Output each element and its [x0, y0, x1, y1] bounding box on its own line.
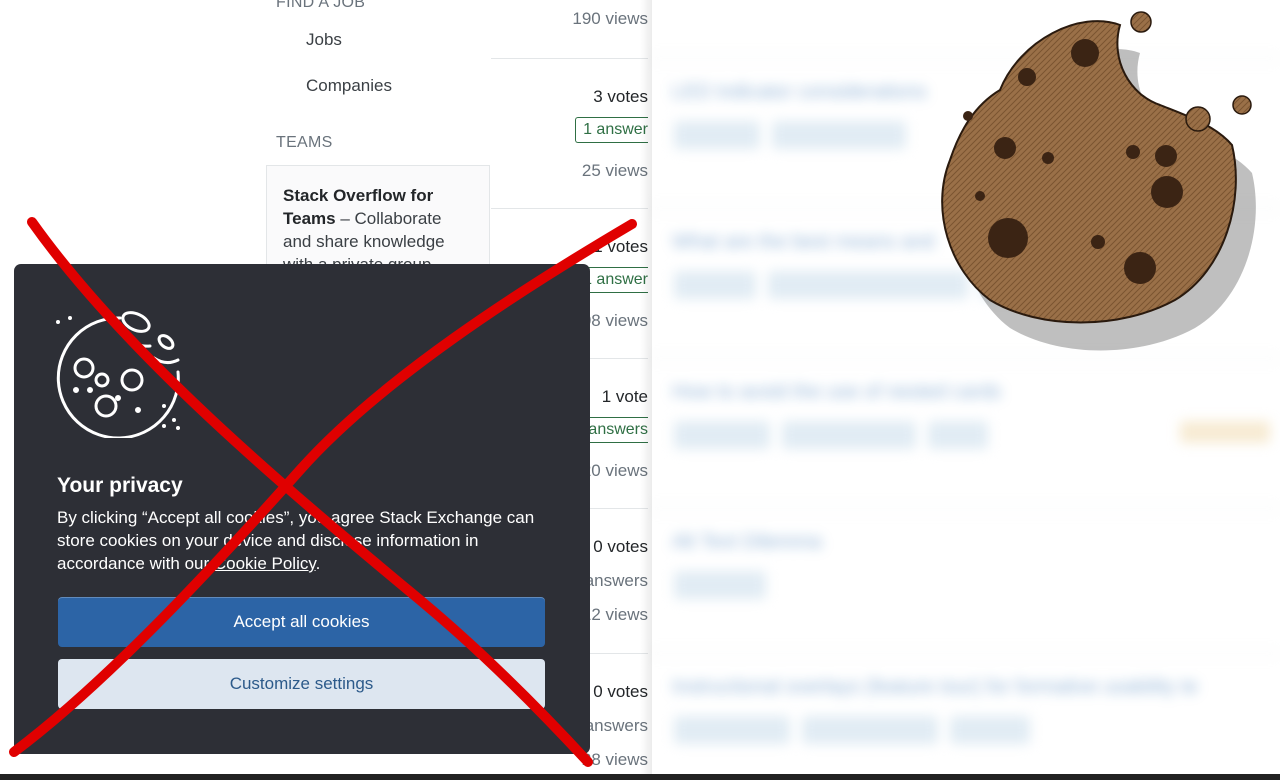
question-stats: 3 votes 1 answer 25 views	[491, 58, 648, 209]
question-tag[interactable]	[674, 716, 790, 744]
question-title[interactable]: Alt Text Dilemma	[672, 531, 822, 554]
question-summary: What are the best means and	[648, 208, 1280, 359]
question-summary: LED indicator considerations	[648, 58, 1280, 209]
question-tag[interactable]	[674, 121, 760, 149]
sidebar-item-jobs[interactable]: Jobs	[306, 30, 342, 50]
question-tag[interactable]	[772, 121, 906, 149]
views-count: 25 views	[581, 161, 648, 180]
question-title[interactable]: What are the best means and	[672, 231, 934, 254]
question-user[interactable]	[1180, 421, 1270, 443]
question-tag[interactable]	[928, 421, 988, 449]
accept-all-cookies-button[interactable]: Accept all cookies	[58, 597, 545, 647]
customize-settings-button[interactable]: Customize settings	[58, 659, 545, 709]
question-tag[interactable]	[674, 421, 770, 449]
views-count: 28 views	[581, 750, 648, 769]
blurred-question-list: LED indicator considerations What are th…	[648, 0, 1280, 780]
cookie-policy-link[interactable]: Cookie Policy	[214, 554, 316, 573]
question-tag[interactable]	[674, 271, 756, 299]
cookie-outline-icon	[56, 311, 180, 438]
bottom-edge	[0, 774, 1280, 780]
question-title[interactable]: Instructional overlays (feature tour) fo…	[672, 676, 1198, 699]
question-title[interactable]: LED indicator considerations	[672, 81, 927, 104]
cookie-consent-dialog: Your privacy By clicking “Accept all coo…	[14, 264, 590, 754]
question-summary: Instructional overlays (feature tour) fo…	[648, 653, 1280, 780]
cookie-dialog-text-end: .	[315, 554, 321, 573]
cookie-dialog-body: By clicking “Accept all cookies”, you ag…	[57, 506, 557, 575]
question-summary: Alt Text Dilemma	[648, 508, 1280, 654]
question-summary: How to avoid the use of nested cards	[648, 358, 1280, 509]
panel-edge-shadow	[640, 0, 652, 780]
cookie-dialog-title: Your privacy	[57, 474, 183, 497]
question-stats: 190 views	[491, 0, 648, 59]
sidebar-section-find-a-job: FIND A JOB	[276, 0, 366, 11]
question-title[interactable]: How to avoid the use of nested cards	[672, 381, 1001, 404]
question-tag[interactable]	[950, 716, 1030, 744]
question-tag[interactable]	[782, 421, 916, 449]
sidebar-item-companies[interactable]: Companies	[306, 76, 392, 96]
sidebar-section-teams: TEAMS	[276, 134, 333, 151]
answers-count: 1 answer	[575, 117, 648, 143]
views-count: 12 views	[581, 605, 648, 624]
question-tag[interactable]	[802, 716, 938, 744]
views-count: 190 views	[572, 9, 648, 28]
question-tag[interactable]	[768, 271, 968, 299]
question-tag[interactable]	[674, 571, 766, 599]
question-tag[interactable]	[980, 271, 1070, 299]
